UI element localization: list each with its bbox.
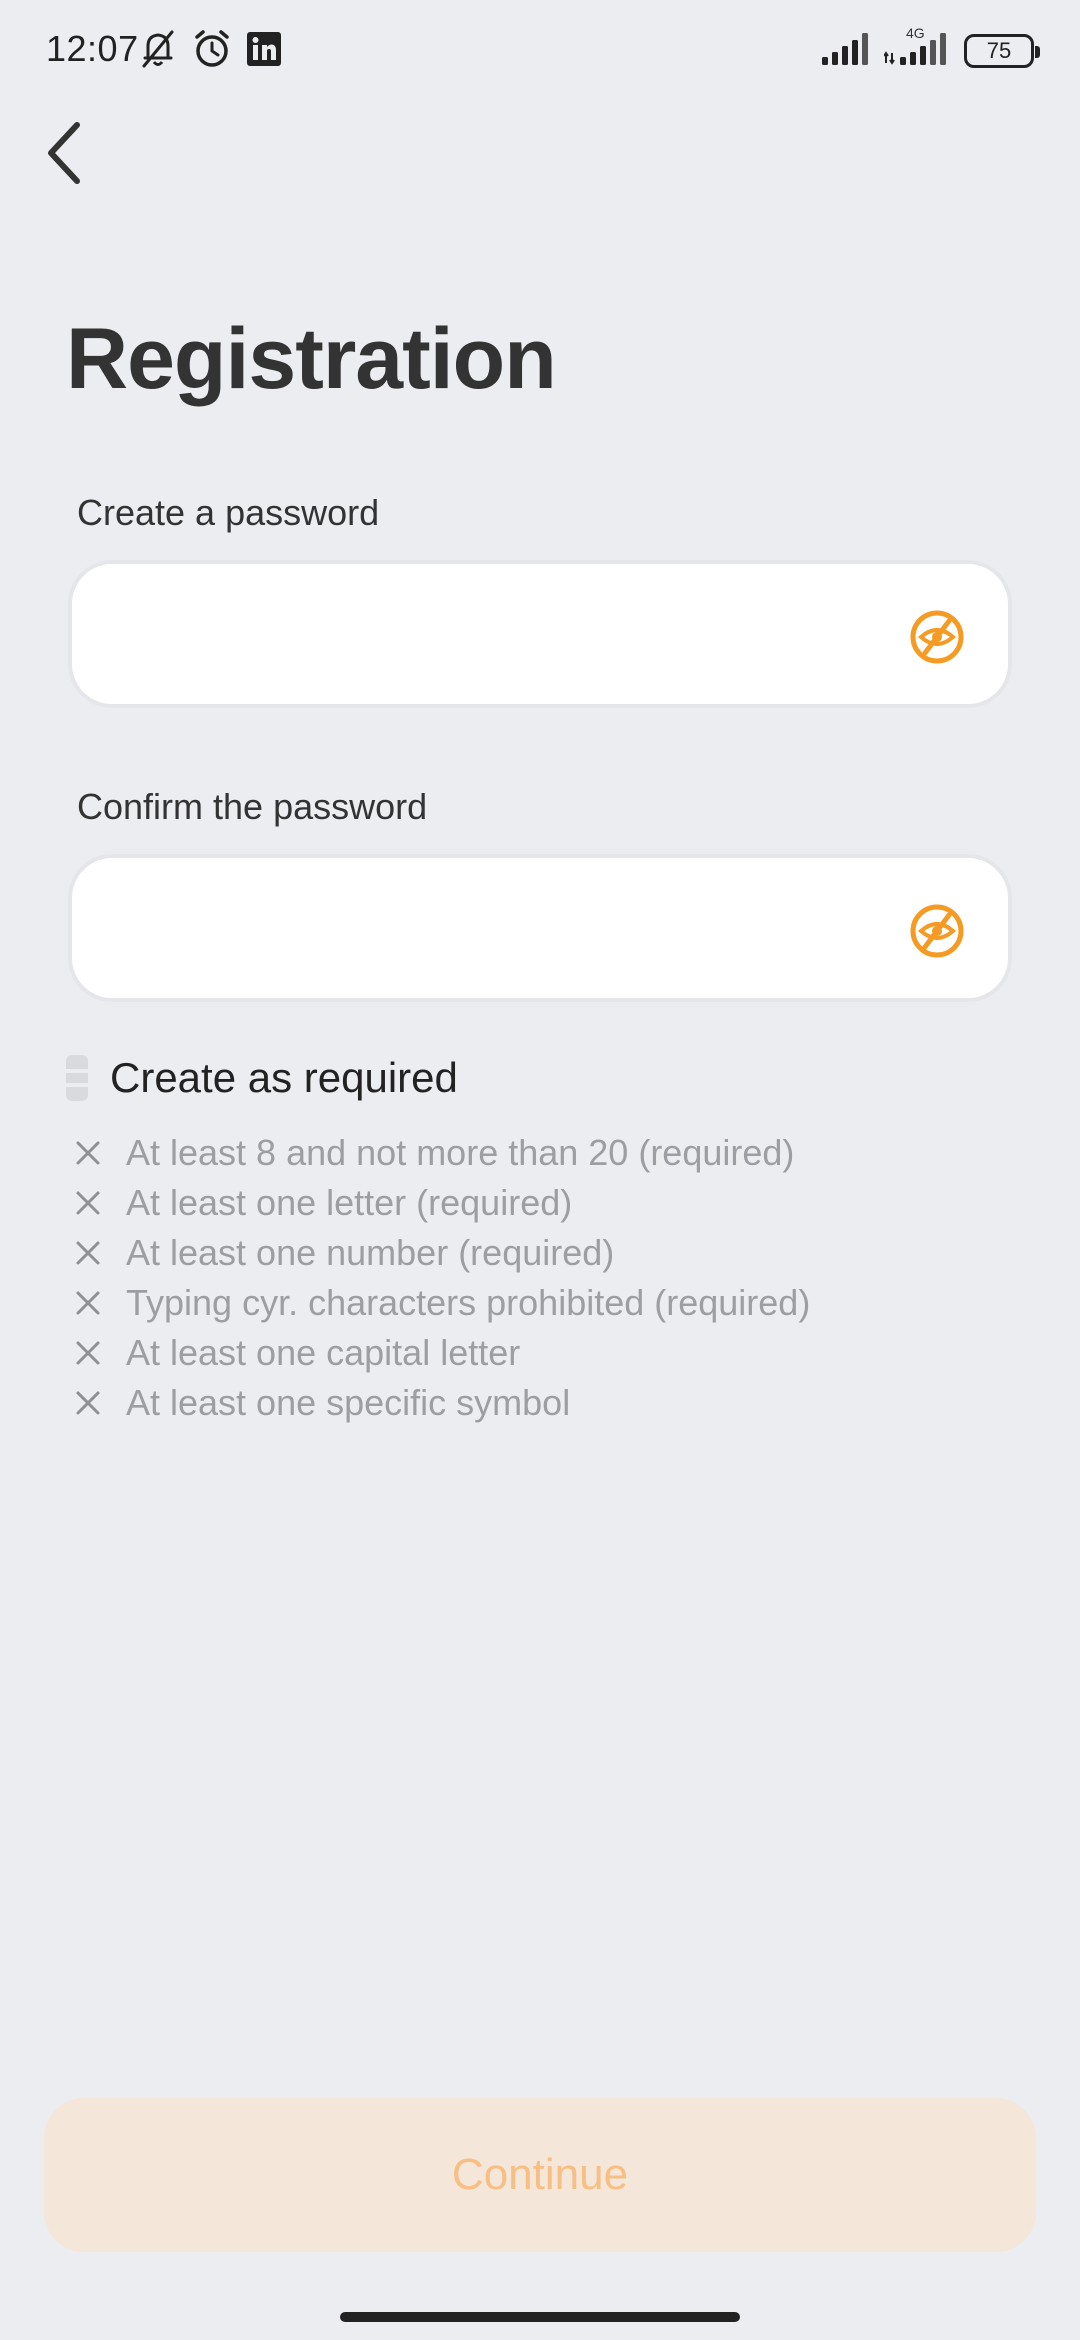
signal-icon (822, 32, 870, 70)
registration-screen: 12:07 4G 75 Registration Create a passwo… (0, 0, 1080, 2340)
confirm-password-visibility-toggle[interactable] (908, 902, 966, 960)
password-visibility-toggle[interactable] (908, 608, 966, 666)
cross-icon (70, 1135, 106, 1171)
requirements-list: At least 8 and not more than 20 (require… (70, 1128, 1050, 1428)
home-indicator[interactable] (340, 2312, 740, 2322)
network-type-label: 4G (906, 24, 925, 41)
cross-icon (70, 1185, 106, 1221)
requirement-item: At least one letter (required) (70, 1178, 1050, 1228)
password-label: Create a password (77, 492, 380, 533)
battery-icon: 75 (964, 34, 1040, 68)
cross-icon (70, 1235, 106, 1271)
status-bar: 12:07 4G 75 (0, 0, 1080, 100)
cross-icon (70, 1385, 106, 1421)
back-button[interactable] (30, 110, 100, 200)
requirements-title: Create as required (110, 1054, 458, 1101)
confirm-password-input[interactable] (112, 888, 892, 968)
chevron-left-icon (43, 121, 87, 190)
cross-icon (70, 1285, 106, 1321)
requirement-text: At least one letter (required) (126, 1182, 573, 1223)
requirement-item: Typing cyr. characters prohibited (requi… (70, 1278, 1050, 1328)
mute-bell-icon (138, 28, 178, 70)
continue-button[interactable]: Continue (44, 2098, 1036, 2252)
requirements-strength-icon (66, 1055, 88, 1101)
requirement-text: At least 8 and not more than 20 (require… (126, 1132, 795, 1173)
battery-level: 75 (986, 38, 1012, 63)
cross-icon (70, 1335, 106, 1371)
eye-hidden-icon (908, 610, 966, 670)
page-title: Registration (66, 311, 557, 407)
requirement-text: At least one specific symbol (126, 1382, 571, 1423)
status-time: 12:07 (46, 28, 139, 69)
confirm-password-label: Confirm the password (77, 786, 428, 827)
status-icons-right: 4G 75 (822, 25, 1040, 74)
requirement-item: At least one capital letter (70, 1328, 1050, 1378)
requirement-text: At least one capital letter (126, 1332, 521, 1373)
requirement-item: At least one number (required) (70, 1228, 1050, 1278)
requirement-item: At least 8 and not more than 20 (require… (70, 1128, 1050, 1178)
eye-hidden-icon (908, 904, 966, 964)
confirm-password-field (68, 854, 1012, 1002)
requirements-header: Create as required (66, 1050, 458, 1106)
status-icons-left (138, 26, 282, 72)
linkedin-icon (246, 31, 282, 67)
password-input[interactable] (112, 594, 892, 674)
signal-4g-icon: 4G (883, 25, 950, 70)
alarm-icon (192, 28, 232, 70)
requirement-item: At least one specific symbol (70, 1378, 1050, 1428)
requirement-text: Typing cyr. characters prohibited (requi… (126, 1282, 811, 1323)
requirement-text: At least one number (required) (126, 1232, 615, 1273)
password-field (68, 560, 1012, 708)
